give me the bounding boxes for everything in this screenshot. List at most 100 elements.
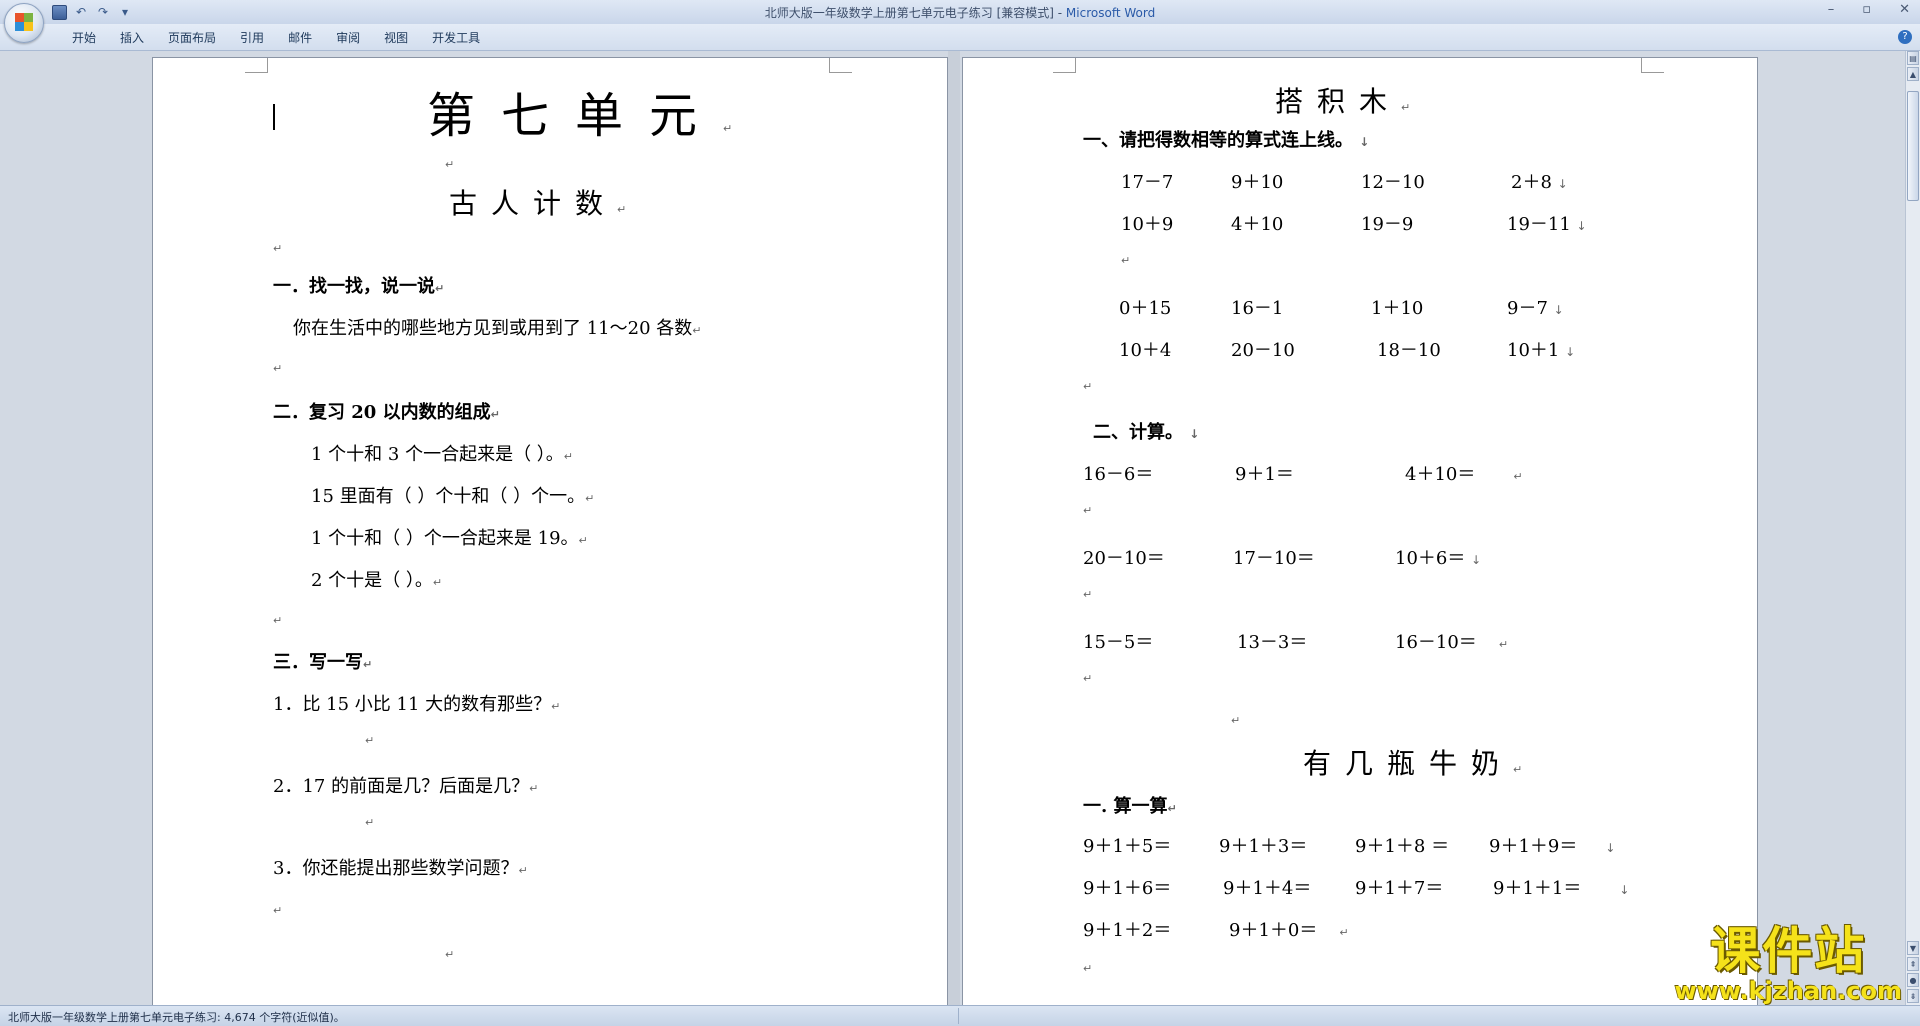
ruler-toggle-icon[interactable]: ▤ <box>1907 51 1919 65</box>
section-heading: 一. 算一算↵ <box>1083 796 1177 817</box>
paragraph-mark: ↵ <box>273 904 283 917</box>
ribbon: 开始 插入 页面布局 引用 邮件 审阅 视图 开发工具 ? <box>0 24 1920 51</box>
ribbon-tabs: 开始 插入 页面布局 引用 邮件 审阅 视图 开发工具 <box>60 29 492 46</box>
expression: 9＋1＋4＝ <box>1223 878 1312 899</box>
paragraph-mark: ↵ <box>445 948 455 961</box>
expression: 9＋1＋2＝ <box>1083 920 1172 941</box>
document-page-left[interactable]: 第七单元↵ ↵ 古人计数↵ ↵ 一．找一找，说一说↵ 你在生活中的哪些地方见到或… <box>152 57 948 1005</box>
expression: 2＋8 ↓ <box>1511 172 1568 193</box>
question-text: 你在生活中的哪些地方见到或用到了 11～20 各数↵ <box>293 318 702 339</box>
tab-developer[interactable]: 开发工具 <box>420 29 492 46</box>
paragraph-mark: ↵ <box>1231 714 1241 727</box>
office-logo-icon <box>15 13 33 31</box>
expression: 9＋1＋9＝ ↓ <box>1489 836 1616 857</box>
page-separator <box>948 51 960 1005</box>
tab-mailings[interactable]: 邮件 <box>276 29 324 46</box>
lesson-title: 搭积木↵ <box>1275 85 1425 118</box>
tab-insert[interactable]: 插入 <box>108 29 156 46</box>
scroll-up-button[interactable]: ▲ <box>1907 67 1919 81</box>
expression: 10＋9 <box>1121 214 1174 235</box>
close-button[interactable]: ✕ <box>1899 2 1910 17</box>
tab-page-layout[interactable]: 页面布局 <box>156 29 228 46</box>
crop-mark <box>1641 58 1664 73</box>
minimize-button[interactable]: – <box>1828 2 1835 17</box>
tab-review[interactable]: 审阅 <box>324 29 372 46</box>
office-button[interactable] <box>4 3 44 43</box>
text-cursor <box>273 104 275 130</box>
expression: 17－7 <box>1121 172 1174 193</box>
expression: 20－10＝ <box>1083 548 1165 569</box>
expression: 19－9 <box>1361 214 1414 235</box>
expression: 18－10 <box>1377 340 1441 361</box>
window-controls: – ▫ ✕ <box>1828 2 1910 17</box>
paragraph-mark: ↵ <box>273 614 283 627</box>
expression: 10＋4 <box>1119 340 1172 361</box>
paragraph-mark: ↵ <box>1121 254 1131 267</box>
expression: 4＋10＝ ↵ <box>1405 464 1523 485</box>
question-item: 2．17 的前面是几？后面是几？↵ <box>273 776 539 797</box>
scrollbar-thumb[interactable] <box>1907 91 1919 201</box>
status-divider <box>958 1008 959 1024</box>
paragraph-mark: ↵ <box>1083 380 1093 393</box>
next-page-button[interactable]: ⇟ <box>1907 989 1919 1003</box>
expression: 15－5＝ <box>1083 632 1154 653</box>
expression: 10＋6＝ ↓ <box>1395 548 1482 569</box>
question-item: 1 个十和 3 个一合起来是（ ）。↵ <box>311 444 574 465</box>
unit-title: 第七单元↵ <box>427 88 759 144</box>
paragraph-mark: ↵ <box>273 242 283 255</box>
tab-home[interactable]: 开始 <box>60 29 108 46</box>
expression: 20－10 <box>1231 340 1295 361</box>
lesson-title: 古人计数↵ <box>449 187 641 220</box>
question-item: 15 里面有（ ）个十和（ ）个一。↵ <box>311 486 595 507</box>
crop-mark <box>829 58 852 73</box>
section-heading: 一．找一找，说一说↵ <box>273 276 445 297</box>
word-count-status[interactable]: 北师大版一年级数学上册第七单元电子练习: 4,674 个字符(近似值)。 <box>8 1009 345 1025</box>
status-bar: 北师大版一年级数学上册第七单元电子练习: 4,674 个字符(近似值)。 <box>0 1005 1920 1026</box>
document-workspace[interactable]: 第七单元↵ ↵ 古人计数↵ ↵ 一．找一找，说一说↵ 你在生活中的哪些地方见到或… <box>0 51 1906 1005</box>
lesson-title: 有几瓶牛奶↵ <box>1303 747 1537 780</box>
expression: 9＋1＋3＝ <box>1219 836 1308 857</box>
section-heading: 二、计算。 ↓ <box>1093 422 1200 443</box>
expression: 9＋1＋1＝ ↓ <box>1493 878 1630 899</box>
window-title: 北师大版一年级数学上册第七单元电子练习 [兼容模式] - Microsoft W… <box>0 4 1920 21</box>
expression: 13－3＝ <box>1237 632 1308 653</box>
question-item: 3．你还能提出那些数学问题？↵ <box>273 858 528 879</box>
question-item: 1．比 15 小比 11 大的数有那些？↵ <box>273 694 561 715</box>
paragraph-mark: ↵ <box>1083 588 1093 601</box>
expression: 9＋1＋8 ＝ <box>1355 836 1450 857</box>
maximize-button[interactable]: ▫ <box>1862 2 1871 17</box>
expression: 16－6＝ <box>1083 464 1154 485</box>
watermark-url: www.kjzhan.com <box>1674 977 1902 1005</box>
document-title: 北师大版一年级数学上册第七单元电子练习 [兼容模式] - <box>764 6 1066 20</box>
document-page-right[interactable]: 搭积木↵ 一、请把得数相等的算式连上线。 ↓ 17－7 9＋10 12－10 2… <box>962 57 1758 1005</box>
vertical-scrollbar[interactable]: ▤ ▲ ▼ ⇞ ● ⇟ <box>1905 51 1920 1005</box>
expression: 0＋15 <box>1119 298 1172 319</box>
browse-object-button[interactable]: ● <box>1907 973 1919 987</box>
expression: 9＋1＝ <box>1235 464 1294 485</box>
expression: 9＋1＋5＝ <box>1083 836 1172 857</box>
expression: 9－7 ↓ <box>1507 298 1564 319</box>
expression: 4＋10 <box>1231 214 1284 235</box>
question-item: 2 个十是（ ）。↵ <box>311 570 443 591</box>
scroll-down-button[interactable]: ▼ <box>1907 941 1919 955</box>
expression: 9＋1＋7＝ <box>1355 878 1444 899</box>
section-heading: 三．写一写↵ <box>273 652 373 673</box>
tab-references[interactable]: 引用 <box>228 29 276 46</box>
expression: 9＋1＋0＝ ↵ <box>1229 920 1349 941</box>
section-heading: 二．复习 20 以内数的组成↵ <box>273 402 500 423</box>
expression: 12－10 <box>1361 172 1425 193</box>
expression: 16－1 <box>1231 298 1284 319</box>
expression: 9＋1＋6＝ <box>1083 878 1172 899</box>
help-icon[interactable]: ? <box>1898 30 1912 44</box>
paragraph-mark: ↵ <box>445 158 455 171</box>
paragraph-mark: ↵ <box>365 734 375 747</box>
watermark-logo: 课件站 www.kjzhan.com <box>1675 911 1902 1005</box>
expression: 1＋10 <box>1371 298 1424 319</box>
crop-mark <box>1053 58 1076 73</box>
section-heading: 一、请把得数相等的算式连上线。 ↓ <box>1083 130 1370 151</box>
tab-view[interactable]: 视图 <box>372 29 420 46</box>
title-bar: ↶ ↷ ▾ 北师大版一年级数学上册第七单元电子练习 [兼容模式] - Micro… <box>0 0 1920 25</box>
expression: 9＋10 <box>1231 172 1284 193</box>
previous-page-button[interactable]: ⇞ <box>1907 957 1919 971</box>
expression: 16－10＝ ↵ <box>1395 632 1509 653</box>
